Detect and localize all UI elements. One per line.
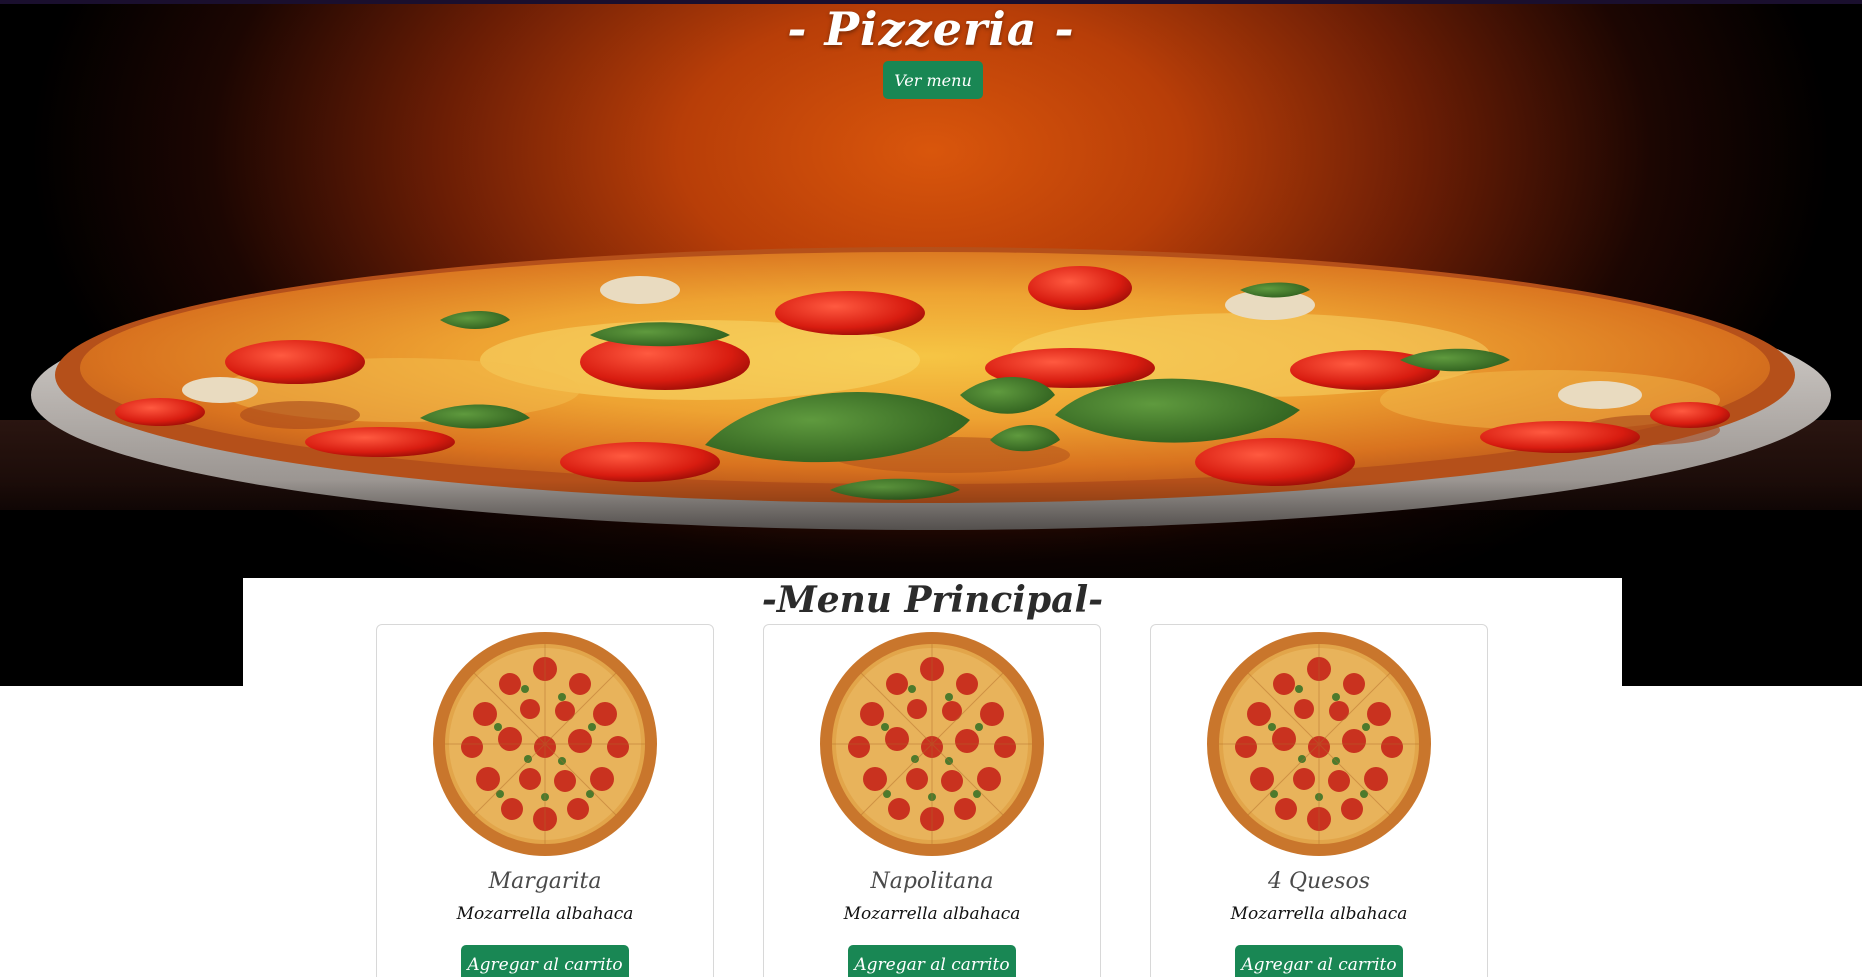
card-description: Mozarrella albahaca: [456, 904, 634, 924]
add-to-cart-button[interactable]: Agregar al carrito: [848, 945, 1016, 977]
pizza-image: [820, 632, 1044, 856]
menu-card: 4 Quesos Mozarrella albahaca Agregar al …: [1150, 624, 1488, 977]
pizza-image: [433, 632, 657, 856]
menu-section: -Menu Principal- Margarita Mozarrella al…: [243, 578, 1622, 977]
card-description: Mozarrella albahaca: [1230, 904, 1408, 924]
card-title: 4 Quesos: [1267, 869, 1371, 894]
card-title: Napolitana: [870, 869, 994, 894]
card-description: Mozarrella albahaca: [843, 904, 1021, 924]
add-to-cart-button[interactable]: Agregar al carrito: [1235, 945, 1403, 977]
page: - Pizzeria - Ver menu -Menu Principal- M…: [0, 0, 1862, 977]
ver-menu-button[interactable]: Ver menu: [883, 61, 983, 99]
hero-title: - Pizzeria -: [787, 2, 1075, 56]
menu-card: Napolitana Mozarrella albahaca Agregar a…: [763, 624, 1101, 977]
menu-card: Margarita Mozarrella albahaca Agregar al…: [376, 624, 714, 977]
pizza-image: [1207, 632, 1431, 856]
menu-title: -Menu Principal-: [761, 579, 1104, 621]
add-to-cart-button[interactable]: Agregar al carrito: [461, 945, 629, 977]
card-title: Margarita: [488, 869, 602, 894]
